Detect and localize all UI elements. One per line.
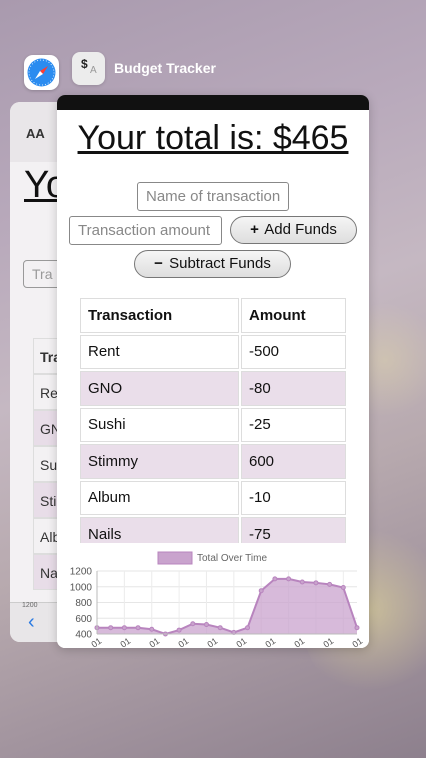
table-header-row: Transaction Amount: [80, 298, 346, 333]
app-switcher-title: Budget Tracker: [114, 60, 216, 76]
transaction-name-cell: GNO: [80, 371, 239, 406]
x-tick-label: 01: [118, 636, 132, 648]
data-point: [217, 625, 223, 631]
minus-icon: −: [154, 255, 163, 272]
data-point: [121, 625, 127, 631]
table-row: GNO -80: [80, 371, 346, 406]
transaction-amount-cell: -25: [241, 407, 346, 442]
data-point: [135, 625, 141, 631]
transaction-amount-cell: -10: [241, 480, 346, 515]
transaction-name-cell: Stimmy: [80, 444, 239, 479]
data-point: [176, 627, 182, 633]
data-point: [299, 579, 305, 585]
total-heading: Your total is: $465: [77, 119, 349, 157]
transaction-amount-cell: -500: [241, 334, 346, 369]
data-point: [313, 580, 319, 586]
table-row: Stimmy 600: [80, 444, 346, 479]
plus-icon: +: [250, 221, 259, 238]
x-tick-label: 01: [147, 636, 161, 648]
x-tick-label: 01: [292, 636, 306, 648]
column-header-amount: Amount: [241, 298, 346, 333]
transaction-name-cell: Album: [80, 480, 239, 515]
legend-label: Total Over Time: [197, 553, 267, 564]
transaction-name-cell: Sushi: [80, 407, 239, 442]
y-tick-label: 1200: [70, 567, 93, 578]
add-funds-button[interactable]: + Add Funds: [230, 216, 357, 244]
y-tick-label: 600: [75, 614, 92, 625]
data-point: [272, 576, 278, 582]
x-tick-label: 01: [350, 636, 364, 648]
y-tick-label: 1000: [70, 582, 93, 593]
data-point: [286, 576, 292, 582]
transactions-table: Transaction Amount Rent -500 GNO -80 Sushi -2…: [78, 296, 348, 554]
data-point: [108, 625, 114, 631]
background-axis-label: 1200: [22, 602, 38, 609]
budget-tracker-app-icon[interactable]: $ A: [72, 52, 105, 85]
chart-area: Total Over Time 1200 1000 800 600 400 01 01 01 01…: [57, 543, 369, 648]
data-point: [340, 585, 346, 591]
y-tick-label: 400: [75, 630, 92, 641]
budget-tracker-card[interactable]: Your total is: $465 Name of transaction …: [57, 95, 369, 648]
table-row: Album -10: [80, 480, 346, 515]
x-tick-label: 01: [234, 636, 248, 648]
subtract-funds-button[interactable]: − Subtract Funds: [134, 250, 291, 278]
text-size-button: AA: [26, 126, 45, 141]
table-row: Rent -500: [80, 334, 346, 369]
x-tick-label: 01: [176, 636, 190, 648]
data-point: [258, 588, 264, 594]
table-row: Sushi -25: [80, 407, 346, 442]
x-tick-label: 01: [205, 636, 219, 648]
transaction-name-input[interactable]: Name of transaction: [137, 182, 289, 211]
data-point: [190, 621, 196, 627]
safari-icon[interactable]: [24, 55, 59, 90]
data-point: [354, 625, 360, 631]
transaction-amount-cell: -80: [241, 371, 346, 406]
y-tick-label: 800: [75, 598, 92, 609]
column-header-transaction: Transaction: [80, 298, 239, 333]
legend-swatch: [157, 551, 193, 565]
data-point: [203, 622, 209, 628]
total-over-time-chart: Total Over Time 1200 1000 800 600 400 01 01 01 01…: [70, 551, 364, 648]
dollar-glyph: $: [81, 57, 88, 71]
subtract-funds-label: Subtract Funds: [169, 255, 271, 272]
app-icon-subtext: A: [90, 65, 97, 76]
back-chevron-icon: ‹: [28, 611, 35, 633]
x-tick-label: 01: [321, 636, 335, 648]
status-bar: [57, 95, 369, 110]
add-funds-label: Add Funds: [264, 221, 337, 238]
data-point: [327, 581, 333, 587]
transaction-amount-input[interactable]: Transaction amount: [69, 216, 222, 245]
transaction-name-cell: Rent: [80, 334, 239, 369]
x-tick-label: 01: [263, 636, 277, 648]
data-point: [149, 626, 155, 632]
data-point: [245, 625, 251, 631]
transaction-amount-cell: 600: [241, 444, 346, 479]
compass-icon: [27, 58, 56, 87]
